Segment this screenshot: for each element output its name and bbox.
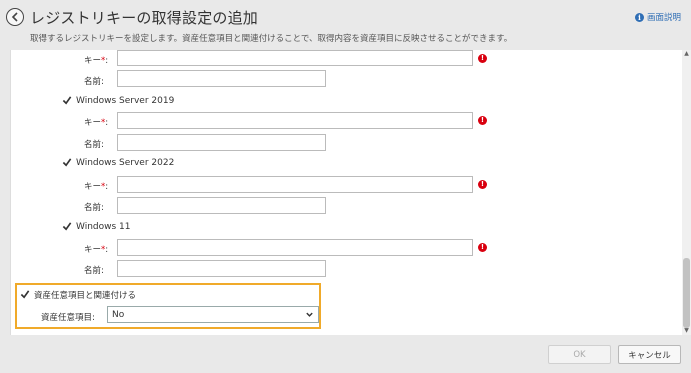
checkbox-associate[interactable] [20, 289, 30, 299]
key-label: キー*: [84, 182, 109, 192]
dialog-header: レジストリキーの取得設定の追加 取得するレジストリキーを設定します。資産任意項目… [0, 0, 691, 50]
error-icon: ! [478, 54, 487, 63]
key-input[interactable] [117, 176, 473, 193]
checkbox-windows-server-2022[interactable] [62, 157, 72, 167]
ok-button[interactable]: OK [548, 345, 611, 364]
scroll-thumb[interactable] [683, 258, 690, 328]
page-subtitle: 取得するレジストリキーを設定します。資産任意項目と関連付けることで、取得内容を資… [30, 34, 513, 44]
os-label: Windows Server 2022 [76, 158, 175, 168]
scroll-up-icon[interactable]: ▲ [682, 50, 691, 58]
os-label: Windows 11 [76, 222, 131, 232]
name-input[interactable] [117, 260, 326, 277]
error-icon: ! [478, 116, 487, 125]
scroll-down-icon[interactable]: ▼ [682, 327, 691, 335]
name-input[interactable] [117, 70, 326, 87]
key-label: キー*: [84, 56, 109, 66]
name-input[interactable] [117, 197, 326, 214]
association-section: 資産任意項目と関連付ける 資産任意項目: No [15, 283, 321, 329]
back-arrow-icon [11, 12, 18, 22]
checkmark-icon [20, 289, 30, 298]
name-label: 名前: [84, 140, 104, 150]
vertical-scrollbar[interactable]: ▲ ▼ [682, 50, 691, 335]
key-input[interactable] [117, 50, 473, 66]
error-icon: ! [478, 180, 487, 189]
error-icon: ! [478, 243, 487, 252]
page-title: レジストリキーの取得設定の追加 [30, 9, 259, 27]
dialog-footer: OK キャンセル [0, 335, 691, 373]
checkbox-windows-server-2019[interactable] [62, 95, 72, 105]
info-icon: i [634, 12, 644, 22]
checkbox-windows-11[interactable] [62, 221, 72, 231]
key-label: キー*: [84, 118, 109, 128]
checkmark-icon [62, 221, 72, 230]
checkmark-icon [62, 157, 72, 166]
help-link[interactable]: i 画面説明 [634, 11, 681, 23]
name-label: 名前: [84, 77, 104, 87]
name-input[interactable] [117, 134, 326, 151]
os-label: Windows Server 2019 [76, 96, 175, 106]
asset-item-select[interactable]: No [107, 306, 319, 323]
key-input[interactable] [117, 112, 473, 129]
associate-label: 資産任意項目と関連付ける [34, 291, 137, 301]
key-input[interactable] [117, 239, 473, 256]
asset-item-value: No [112, 309, 125, 320]
back-button[interactable] [6, 8, 24, 26]
cancel-button[interactable]: キャンセル [618, 345, 681, 364]
name-label: 名前: [84, 203, 104, 213]
chevron-down-icon [306, 312, 313, 317]
asset-item-label: 資産任意項目: [41, 313, 95, 323]
name-label: 名前: [84, 266, 104, 276]
checkmark-icon [62, 95, 72, 104]
key-label: キー*: [84, 245, 109, 255]
help-label: 画面説明 [646, 13, 681, 23]
